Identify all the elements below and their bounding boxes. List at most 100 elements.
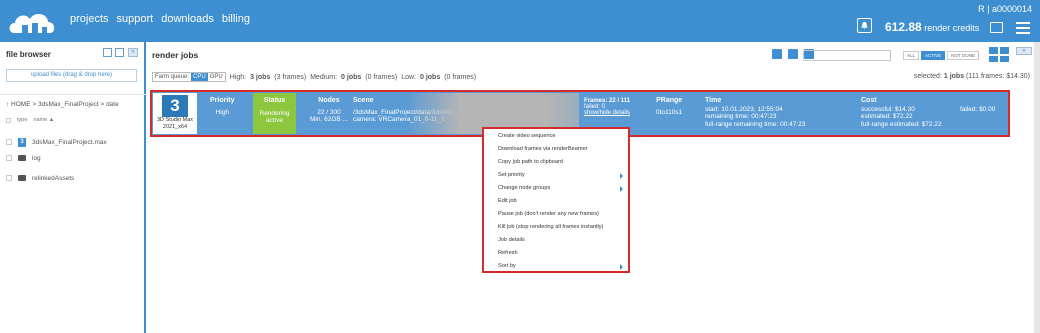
farm-queue-label: Farm queue:	[155, 74, 190, 80]
status-badge: Status Rendering active	[253, 93, 296, 134]
menu-copy-path[interactable]: Copy job path to clipboard	[498, 159, 563, 165]
time-full-range: full-range remaining time: 00:47:23	[705, 120, 806, 128]
time-header: Time	[705, 97, 722, 104]
file-row[interactable]: 3 3dsMax_FinalProject.max	[6, 135, 140, 149]
submenu-arrow-icon	[620, 264, 623, 270]
low-label: Low:	[401, 73, 416, 81]
column-name[interactable]: name ▲	[33, 117, 54, 123]
status-line1: Rendering	[259, 109, 290, 117]
render-credits: 612.88 render credits	[885, 20, 979, 34]
file-row[interactable]: relinkedAssets	[6, 171, 140, 185]
frames-details-link[interactable]: show/hide details	[584, 110, 630, 116]
download-icon[interactable]	[788, 49, 798, 59]
menu-set-priority[interactable]: Set priority	[498, 172, 525, 178]
app-badge: 3 3D Studio Max 2021_x64	[153, 93, 197, 134]
cost-header: Cost	[861, 97, 877, 104]
row-checkbox[interactable]	[6, 139, 12, 145]
file-name[interactable]: log	[32, 155, 41, 162]
selected-detail: (111 frames: $14.30)	[966, 73, 1030, 80]
cost-column: Cost successful: $14.30 estimated: $72.2…	[861, 97, 942, 128]
filter-not-done[interactable]: NOT DONE	[947, 51, 979, 60]
prange-column: PRange 0to110s1	[656, 97, 682, 116]
frames-column: Frames: 22 / 111 failed: 0 show/hide det…	[584, 98, 630, 116]
gpu-toggle[interactable]: GPU	[210, 73, 223, 81]
nav-billing[interactable]: billing	[222, 13, 250, 25]
split-view-icon[interactable]	[115, 48, 124, 57]
collapse-left-icon[interactable]: «	[128, 48, 138, 57]
file-name[interactable]: 3dsMax_FinalProject.max	[32, 139, 107, 146]
submenu-arrow-icon	[620, 173, 623, 179]
menu-create-video[interactable]: Create video sequence	[498, 133, 556, 139]
submenu-arrow-icon	[620, 186, 623, 192]
priority-value: High	[215, 108, 229, 116]
high-label: High:	[229, 73, 247, 81]
search-input[interactable]	[803, 50, 891, 61]
queue-summary: Farm queue: CPU GPU High: 3 jobs (3 fram…	[152, 72, 476, 82]
file-row[interactable]: log	[6, 151, 140, 165]
file-browser-title: file browser	[6, 50, 51, 59]
farm-queue-toggle: Farm queue: CPU GPU	[152, 72, 226, 82]
file-name[interactable]: relinkedAssets	[32, 175, 74, 182]
nav-support[interactable]: support	[117, 13, 154, 25]
layout-grid-icon[interactable]	[989, 47, 1009, 62]
status-header: Status	[263, 97, 286, 104]
file-list-header: type name ▲	[6, 117, 140, 123]
render-jobs-title: render jobs	[152, 50, 199, 60]
time-remaining: remaining time: 00:47:23	[705, 113, 777, 120]
cpu-toggle[interactable]: CPU	[191, 73, 208, 81]
bell-icon[interactable]	[857, 18, 872, 33]
menu-refresh[interactable]: Refresh	[498, 250, 518, 256]
high-jobs: 3 jobs	[250, 73, 271, 81]
upload-button[interactable]: upload files (drag & drop here)	[6, 69, 137, 82]
priority-column: Priority High	[210, 97, 235, 116]
menu-job-details[interactable]: Job details	[498, 237, 525, 243]
hamburger-menu-icon[interactable]	[1016, 22, 1030, 34]
folder-icon	[18, 155, 26, 161]
menu-pause-job[interactable]: Pause job (don't render any new frames)	[498, 211, 599, 217]
filter-all[interactable]: ALL	[903, 51, 920, 60]
selected-count: 1 jobs	[943, 73, 965, 80]
credits-value: 612.88	[885, 20, 922, 34]
list-view-icon[interactable]	[103, 48, 112, 57]
priority-header: Priority	[210, 97, 235, 104]
time-start: start: 10.01.2023, 12:55:04	[705, 105, 783, 113]
select-all-checkbox[interactable]	[6, 117, 11, 123]
nav-projects[interactable]: projects	[70, 13, 109, 25]
cost-estimated: estimated: $72.22	[861, 113, 913, 120]
prange-value: 0to110s1	[656, 108, 683, 116]
view-toggle	[103, 48, 124, 57]
chat-icon[interactable]	[990, 22, 1003, 33]
selection-summary: selected: 1 jobs (111 frames: $14.30)	[914, 73, 1030, 80]
selected-prefix: selected:	[913, 73, 942, 80]
cost-full-range: full-range estimated: $72.22	[861, 120, 942, 128]
row-checkbox[interactable]	[6, 155, 12, 161]
nodes-column: Nodes 22 / 300 Min. 62GB ...	[310, 97, 348, 124]
menu-edit-job[interactable]: Edit job	[498, 198, 517, 204]
job-context-menu: Create video sequence Download frames vi…	[482, 127, 630, 273]
breadcrumb[interactable]: ↑ HOME > 3dsMax_FinalProject > date	[6, 101, 119, 108]
collapse-right-icon[interactable]: «	[1016, 47, 1032, 55]
nodes-header: Nodes	[318, 97, 340, 104]
filter-active[interactable]: ACTIVE	[921, 51, 946, 60]
column-type[interactable]: type	[17, 117, 27, 123]
scrollbar[interactable]	[1034, 42, 1040, 333]
nav-downloads[interactable]: downloads	[161, 13, 214, 25]
menu-kill-job[interactable]: Kill job (stop rendering all frames inst…	[498, 224, 603, 230]
menu-change-node-groups[interactable]: Change node groups	[498, 185, 550, 191]
medium-frames: (0 frames)	[365, 73, 398, 81]
medium-jobs: 0 jobs	[341, 73, 362, 81]
menu-download-frames[interactable]: Download frames via renderBeamer	[498, 146, 588, 152]
top-bar: projects support downloads billing R | a…	[0, 0, 1040, 42]
play-icon[interactable]	[772, 49, 782, 59]
low-frames: (0 frames)	[444, 73, 477, 81]
account-id[interactable]: R | a0000014	[978, 4, 1032, 14]
main-nav: projects support downloads billing	[70, 13, 250, 25]
prange-header: PRange	[656, 97, 683, 104]
time-column: Time start: 10.01.2023, 12:55:04 remaini…	[705, 97, 805, 128]
logo-icon[interactable]	[8, 5, 60, 37]
row-checkbox[interactable]	[6, 175, 12, 181]
menu-sort-by[interactable]: Sort by	[498, 263, 516, 269]
app-name: 3D Studio Max	[156, 117, 194, 123]
nodes-requirement: Min. 62GB ...	[310, 116, 348, 123]
high-frames: (3 frames)	[274, 73, 307, 81]
